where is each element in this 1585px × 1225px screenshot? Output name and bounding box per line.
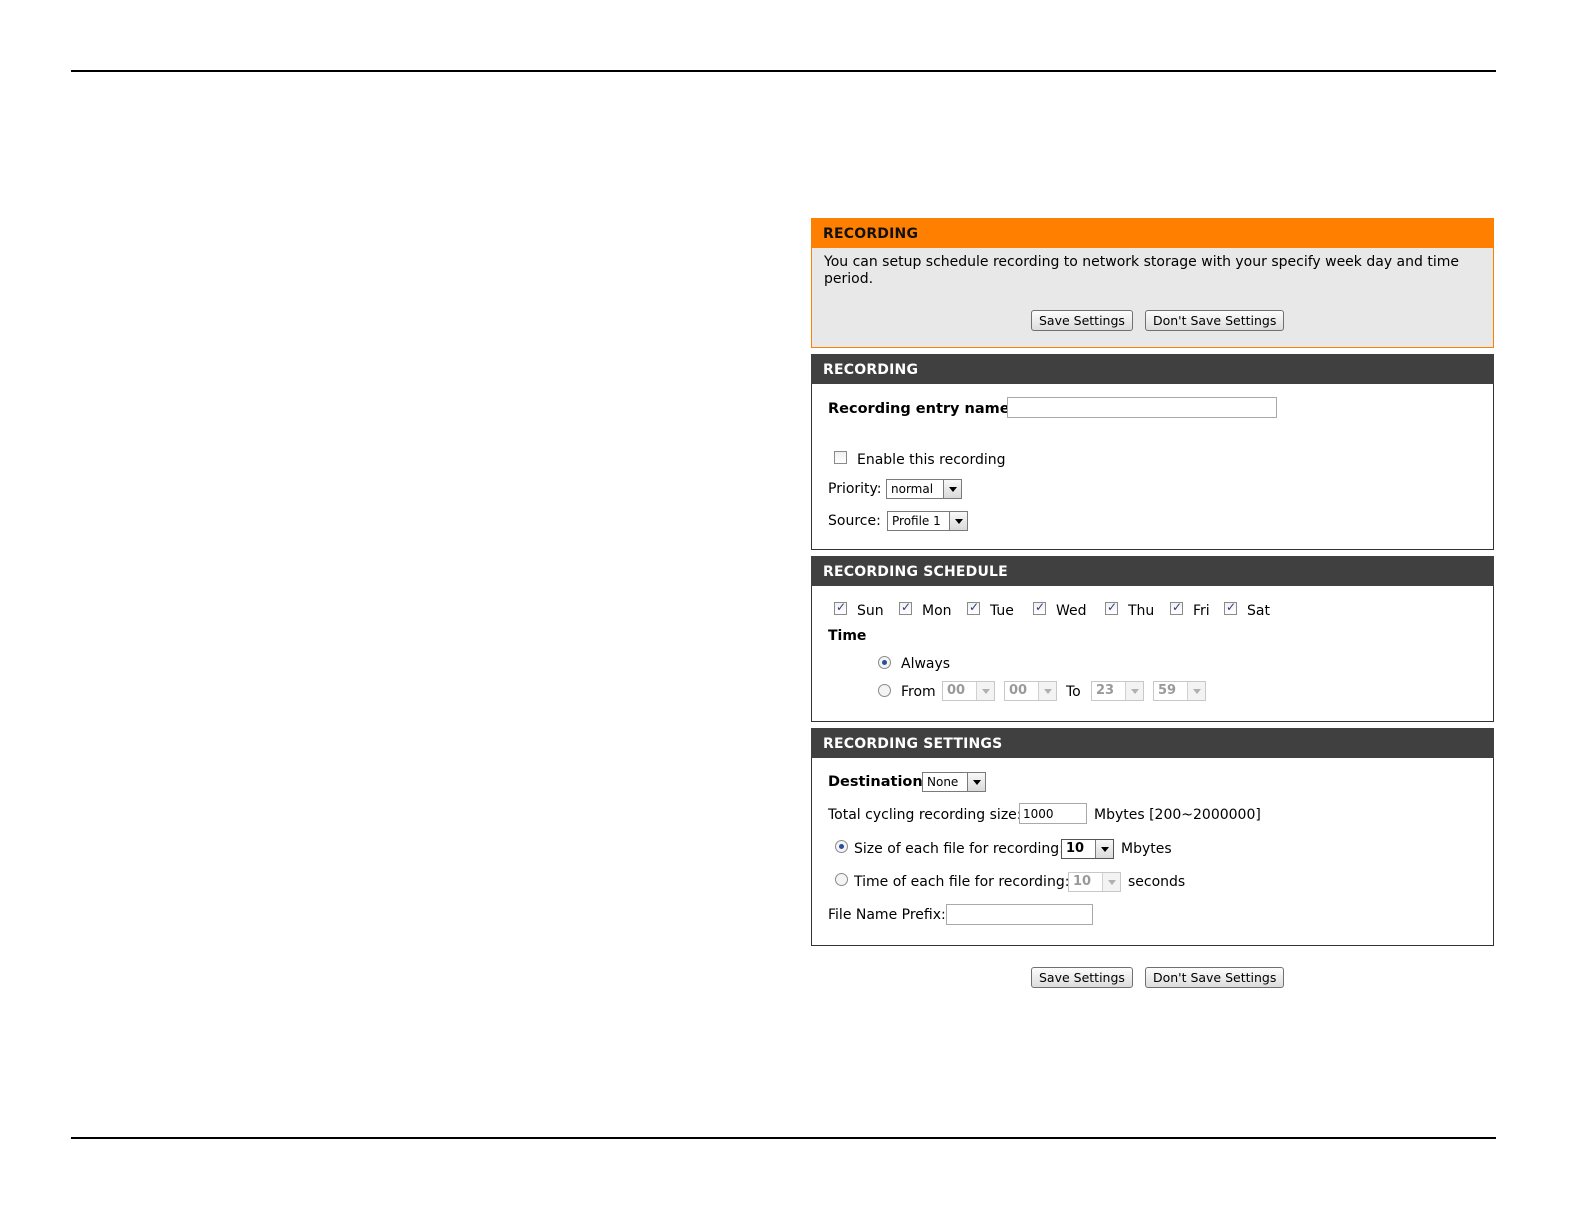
chevron-down-icon — [1038, 682, 1056, 700]
destination-select[interactable]: None — [922, 772, 986, 792]
destination-label: Destination — [828, 774, 923, 790]
schedule-title: RECORDING SCHEDULE — [811, 556, 1494, 586]
cycling-size-input[interactable] — [1019, 803, 1087, 824]
always-radio[interactable] — [878, 656, 891, 669]
day-sun-label: Sun — [857, 603, 884, 619]
enable-recording-checkbox[interactable] — [834, 451, 847, 464]
day-fri-label: Fri — [1193, 603, 1210, 619]
from-hour-value: 00 — [947, 683, 966, 698]
day-mon-checkbox[interactable] — [899, 600, 912, 615]
day-tue-label: Tue — [990, 603, 1014, 619]
top-rule — [71, 70, 1496, 72]
intro-description: You can setup schedule recording to netw… — [824, 254, 1459, 287]
to-minute-select[interactable]: 59 — [1153, 681, 1206, 701]
time-per-file-unit: seconds — [1128, 874, 1186, 890]
priority-label: Priority: — [828, 481, 882, 497]
priority-select[interactable]: normal — [886, 479, 962, 499]
dont-save-settings-button-top[interactable]: Don't Save Settings — [1144, 310, 1285, 331]
source-value: Profile 1 — [892, 514, 941, 528]
intro-title: RECORDING — [811, 218, 1494, 248]
recording-title: RECORDING — [811, 354, 1494, 384]
day-sun-checkbox[interactable] — [834, 600, 847, 615]
enable-recording-label: Enable this recording — [857, 452, 1006, 468]
time-per-file-radio[interactable] — [835, 873, 848, 886]
from-label: From — [901, 684, 936, 700]
save-settings-button-bottom[interactable]: Save Settings — [1031, 967, 1133, 988]
from-minute-value: 00 — [1009, 683, 1028, 698]
entry-name-input[interactable] — [1007, 397, 1277, 418]
day-mon-label: Mon — [922, 603, 952, 619]
always-label: Always — [901, 656, 951, 672]
day-sat-label: Sat — [1247, 603, 1270, 619]
file-prefix-input[interactable] — [946, 904, 1093, 925]
entry-name-label: Recording entry name: — [828, 401, 1016, 417]
day-thu-checkbox[interactable] — [1105, 600, 1118, 615]
source-select[interactable]: Profile 1 — [887, 511, 968, 531]
from-hour-select[interactable]: 00 — [942, 681, 995, 701]
size-per-file-value: 10 — [1066, 841, 1085, 856]
chevron-down-icon — [1187, 682, 1205, 700]
save-settings-button-top[interactable]: Save Settings — [1031, 310, 1133, 331]
bottom-rule — [71, 1137, 1496, 1139]
intro-button-row: Save Settings Don't Save Settings — [1031, 310, 1285, 331]
to-hour-select[interactable]: 23 — [1091, 681, 1144, 701]
day-sat-checkbox[interactable] — [1224, 600, 1237, 615]
recording-settings-panel: RECORDING SETTINGS Destination None Tota… — [811, 728, 1494, 946]
time-per-file-label: Time of each file for recording: — [854, 874, 1070, 890]
recording-schedule-panel: RECORDING SCHEDULE Sun Mon Tue Wed Thu F… — [811, 556, 1494, 722]
time-per-file-value: 10 — [1073, 874, 1092, 889]
bottom-button-row: Save Settings Don't Save Settings — [1031, 967, 1285, 988]
chevron-down-icon — [943, 480, 961, 498]
day-fri-checkbox[interactable] — [1170, 600, 1183, 615]
chevron-down-icon — [976, 682, 994, 700]
chevron-down-icon — [1102, 873, 1120, 891]
cycling-size-unit: Mbytes [200~2000000] — [1094, 807, 1261, 823]
source-label: Source: — [828, 513, 881, 529]
size-per-file-label: Size of each file for recording: — [854, 841, 1064, 857]
to-label: To — [1066, 684, 1081, 700]
size-per-file-select[interactable]: 10 — [1061, 839, 1114, 859]
to-hour-value: 23 — [1096, 683, 1115, 698]
chevron-down-icon — [1125, 682, 1143, 700]
day-wed-checkbox[interactable] — [1033, 600, 1046, 615]
cycling-size-label: Total cycling recording size: — [828, 807, 1022, 823]
day-thu-label: Thu — [1128, 603, 1155, 619]
from-radio[interactable] — [878, 684, 891, 697]
recording-intro-panel: RECORDING You can setup schedule recordi… — [811, 218, 1494, 348]
from-minute-select[interactable]: 00 — [1004, 681, 1057, 701]
recording-panel: RECORDING Recording entry name: Enable t… — [811, 354, 1494, 550]
time-heading: Time — [828, 628, 867, 644]
destination-value: None — [927, 775, 959, 789]
day-tue-checkbox[interactable] — [967, 600, 980, 615]
dont-save-settings-button-bottom[interactable]: Don't Save Settings — [1144, 967, 1285, 988]
chevron-down-icon — [967, 773, 985, 791]
time-per-file-select[interactable]: 10 — [1068, 872, 1121, 892]
to-minute-value: 59 — [1158, 683, 1177, 698]
size-per-file-unit: Mbytes — [1121, 841, 1172, 857]
size-per-file-radio[interactable] — [835, 840, 848, 853]
day-wed-label: Wed — [1056, 603, 1087, 619]
settings-title: RECORDING SETTINGS — [811, 728, 1494, 758]
chevron-down-icon — [949, 512, 967, 530]
chevron-down-icon — [1095, 840, 1113, 858]
file-prefix-label: File Name Prefix: — [828, 907, 946, 923]
priority-value: normal — [891, 482, 934, 496]
